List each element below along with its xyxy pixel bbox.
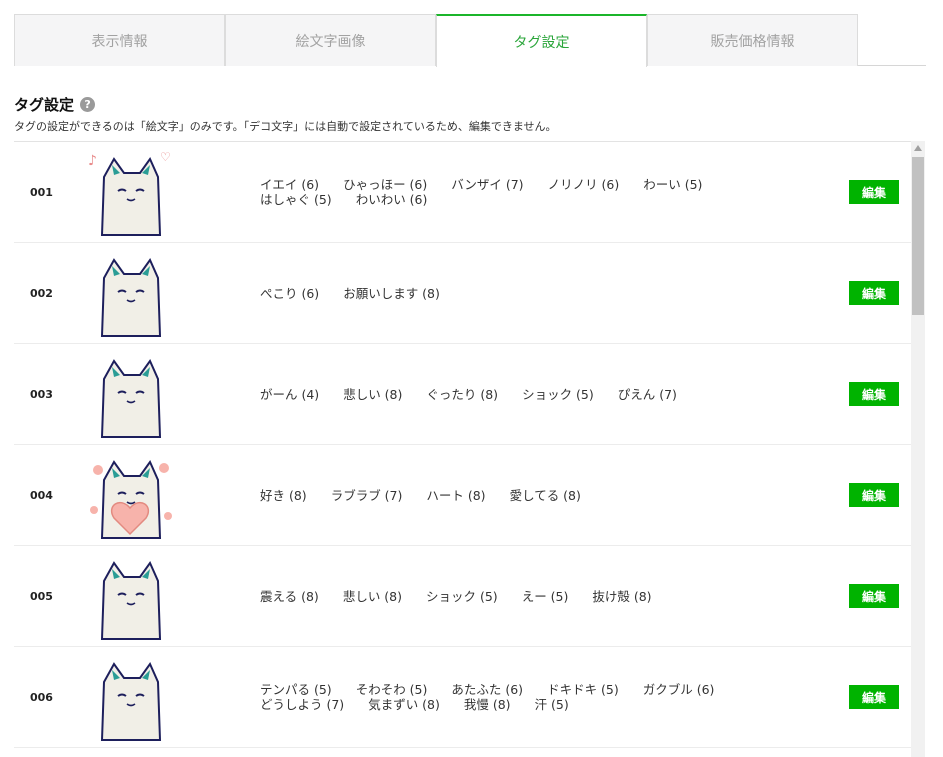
tag-label: ドキドキ (5) xyxy=(547,682,619,697)
tag-label: ひゃっほー (6) xyxy=(343,177,428,192)
tag-label: わいわい (6) xyxy=(355,192,428,207)
tab-emoji-images[interactable]: 絵文字画像 xyxy=(225,14,436,66)
section-description: タグの設定ができるのは「絵文字」のみです。「デコ文字」には自動で設定されているた… xyxy=(14,120,557,133)
tab-tag-settings[interactable]: タグ設定 xyxy=(436,14,647,67)
emoji-thumbnail xyxy=(84,652,176,744)
tab-display-info[interactable]: 表示情報 xyxy=(14,14,225,66)
tag-list-cell: 好き (8) ラブラブ (7) ハート (8) 愛してる (8) xyxy=(260,445,820,545)
tag-row: 001 ♪ ♡ イエイ (6) ひゃっほー (6) バンザイ (7) ノリノリ (6) わーい… xyxy=(14,142,911,243)
tag-list-cell: がーん (4) 悲しい (8) ぐったり (8) ショック (5) ぴえん (7) xyxy=(260,344,820,444)
tag-label: 震える (8) xyxy=(260,588,319,604)
emoji-thumbnail xyxy=(84,248,176,340)
tag-label: わーい (5) xyxy=(643,177,703,192)
tag-row: 002 ぺこり (6) お願いします (8) 編集 xyxy=(14,243,911,344)
tag-list-cell: ぺこり (6) お願いします (8) xyxy=(260,243,820,343)
tag-label: 気まずい (8) xyxy=(368,697,440,712)
tag-label: どうしよう (7) xyxy=(260,697,345,712)
scroll-up-arrow-icon[interactable] xyxy=(911,141,925,155)
emoji-number: 004 xyxy=(30,488,53,502)
tag-label: 愛してる (8) xyxy=(509,487,581,503)
tag-label: がーん (4) xyxy=(260,386,320,402)
edit-button[interactable]: 編集 xyxy=(849,483,899,507)
tag-label: 汗 (5) xyxy=(534,697,569,712)
scrollbar-thumb[interactable] xyxy=(912,157,924,315)
tag-label: ぺこり (6) xyxy=(260,285,320,301)
tag-row: 004 好き (8) ラブラブ (7) ハート (8) 愛してる (8) 編集 xyxy=(14,445,911,546)
tag-label: あたふた (6) xyxy=(451,682,524,697)
tag-label: そわそわ (5) xyxy=(355,682,428,697)
tag-label: ぴえん (7) xyxy=(617,386,677,402)
edit-button[interactable]: 編集 xyxy=(849,281,899,305)
emoji-number: 006 xyxy=(30,690,53,704)
tag-label: バンザイ (7) xyxy=(451,177,524,192)
emoji-thumbnail: ♪ ♡ xyxy=(84,147,176,239)
help-icon[interactable]: ? xyxy=(80,97,96,112)
edit-button[interactable]: 編集 xyxy=(849,382,899,406)
tag-label: ショック (5) xyxy=(426,588,498,604)
section-header: タグ設定 ? タグの設定ができるのは「絵文字」のみです。「デコ文字」には自動で設… xyxy=(14,94,557,134)
emoji-thumbnail xyxy=(84,551,176,643)
edit-button[interactable]: 編集 xyxy=(849,685,899,709)
tag-label: テンパる (5) xyxy=(260,682,332,697)
emoji-number: 005 xyxy=(30,589,53,603)
emoji-number: 003 xyxy=(30,387,53,401)
tag-list-cell: 震える (8) 悲しい (8) ショック (5) えー (5) 抜け殻 (8) xyxy=(260,546,820,646)
emoji-thumbnail xyxy=(84,349,176,441)
tag-row: 003 がーん (4) 悲しい (8) ぐったり (8) ショック (5) ぴえん (7)… xyxy=(14,344,911,445)
emoji-number: 001 xyxy=(30,185,53,199)
tag-label: ぐったり (8) xyxy=(426,386,499,402)
tag-label: ラブラブ (7) xyxy=(330,487,403,503)
tag-label: はしゃぐ (5) xyxy=(260,192,332,207)
tag-label: 好き (8) xyxy=(260,487,307,503)
tag-label: 我慢 (8) xyxy=(463,697,511,712)
tag-label: ハート (8) xyxy=(426,487,486,503)
tag-label: えー (5) xyxy=(521,588,569,604)
edit-button[interactable]: 編集 xyxy=(849,584,899,608)
svg-text:♡: ♡ xyxy=(160,150,171,164)
tag-list: 001 ♪ ♡ イエイ (6) ひゃっほー (6) バンザイ (7) ノリノリ (6) わーい… xyxy=(14,141,911,757)
tag-list-cell: イエイ (6) ひゃっほー (6) バンザイ (7) ノリノリ (6) わーい (5) は… xyxy=(260,142,820,242)
tag-row: 006 テンパる (5) そわそわ (5) あたふた (6) ドキドキ (5) ガクブル … xyxy=(14,647,911,748)
emoji-number: 002 xyxy=(30,286,53,300)
tag-label: イエイ (6) xyxy=(260,177,320,192)
tag-label: 悲しい (8) xyxy=(343,386,403,402)
tab-sales-price[interactable]: 販売価格情報 xyxy=(647,14,858,66)
scrollbar[interactable] xyxy=(911,141,925,757)
tag-label: ノリノリ (6) xyxy=(547,177,620,192)
tag-list-cell: テンパる (5) そわそわ (5) あたふた (6) ドキドキ (5) ガクブル (6)… xyxy=(260,647,820,747)
tag-label: 悲しい (8) xyxy=(342,588,402,604)
tag-label: 抜け殻 (8) xyxy=(592,588,652,604)
tag-label: ガクブル (6) xyxy=(642,682,715,697)
page-title: タグ設定 xyxy=(14,96,75,114)
svg-text:♪: ♪ xyxy=(88,153,97,169)
edit-button[interactable]: 編集 xyxy=(849,180,899,204)
emoji-thumbnail xyxy=(84,450,176,542)
tab-bar: 表示情報 絵文字画像 タグ設定 販売価格情報 xyxy=(14,14,926,67)
tag-label: お願いします (8) xyxy=(343,285,440,301)
tag-row: 005 震える (8) 悲しい (8) ショック (5) えー (5) 抜け殻 (8) 編集 xyxy=(14,546,911,647)
tag-label: ショック (5) xyxy=(522,386,594,402)
